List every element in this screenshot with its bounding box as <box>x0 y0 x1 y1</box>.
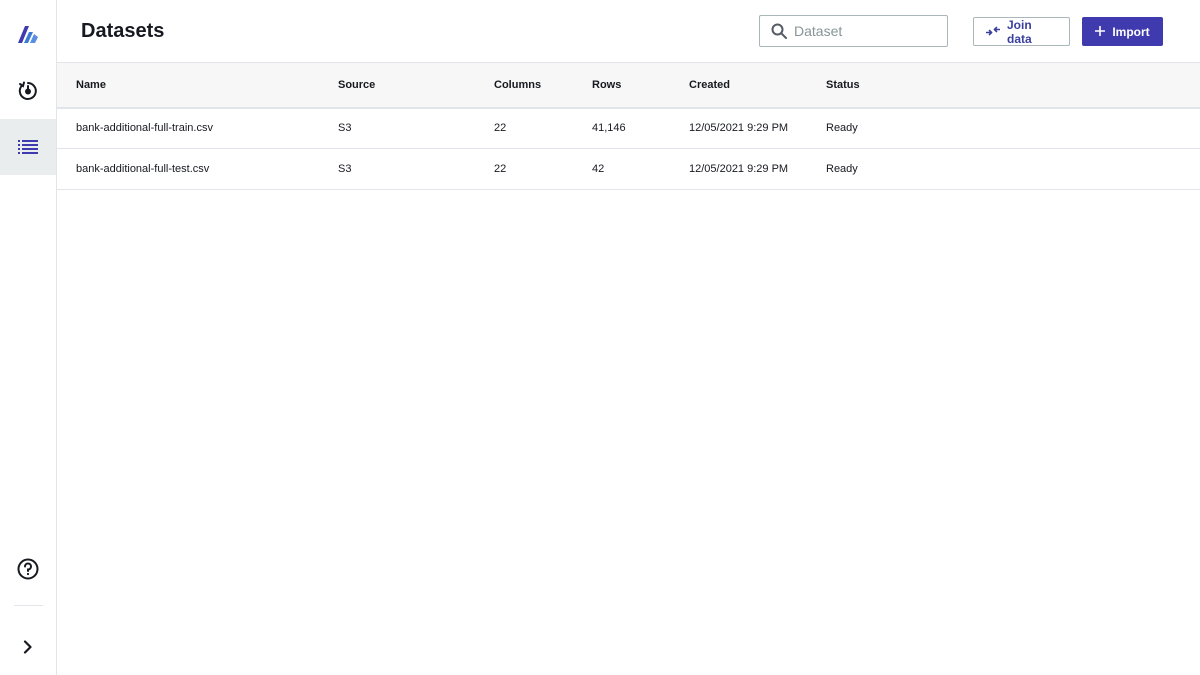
sidebar-item-help[interactable] <box>0 541 56 597</box>
cell-rows: 41,146 <box>592 122 626 135</box>
app-logo[interactable] <box>0 6 56 62</box>
column-header-source[interactable]: Source <box>338 63 494 108</box>
plus-icon <box>1095 25 1106 39</box>
cell-columns: 22 <box>494 122 507 135</box>
cell-created: 12/05/2021 9:29 PM <box>689 163 789 175</box>
column-header-columns[interactable]: Columns <box>494 63 592 108</box>
sidebar-item-refresh[interactable] <box>0 63 56 119</box>
datasets-table: Name Source Columns Rows Created Status … <box>57 62 1200 190</box>
table-row[interactable]: bank-additional-full-train.csv S3 22 41,… <box>57 108 1200 149</box>
import-label: Import <box>1112 24 1150 39</box>
table-row[interactable]: bank-additional-full-test.csv S3 22 42 1… <box>57 149 1200 190</box>
join-data-button[interactable]: Join data <box>973 17 1070 46</box>
sidebar-item-datasets[interactable] <box>0 119 56 175</box>
column-header-status[interactable]: Status <box>826 63 1200 108</box>
table-header-row: Name Source Columns Rows Created Status <box>57 62 1200 108</box>
import-button[interactable]: Import <box>1082 17 1163 46</box>
join-data-label: Join data <box>1007 17 1032 46</box>
cell-name: bank-additional-full-train.csv <box>76 122 213 135</box>
cell-created: 12/05/2021 9:29 PM <box>689 122 789 135</box>
column-header-name[interactable]: Name <box>57 63 338 108</box>
chevron-right-icon <box>23 640 33 654</box>
cell-name: bank-additional-full-test.csv <box>76 163 210 175</box>
search-box[interactable] <box>759 15 948 47</box>
cell-rows: 42 <box>592 163 605 175</box>
help-icon <box>17 558 39 580</box>
column-header-rows[interactable]: Rows <box>592 63 689 108</box>
app-logo-icon <box>17 23 39 45</box>
expand-sidebar-button[interactable] <box>0 619 56 675</box>
cell-source: S3 <box>338 122 352 135</box>
cell-status: Ready <box>826 163 858 175</box>
refresh-icon <box>17 80 39 102</box>
main-content: Datasets Join data Import <box>57 0 1200 675</box>
sidebar <box>0 0 57 675</box>
column-header-created[interactable]: Created <box>689 63 826 108</box>
cell-source: S3 <box>338 163 352 175</box>
join-icon <box>985 25 1001 39</box>
cell-columns: 22 <box>494 163 507 175</box>
search-icon <box>771 23 787 44</box>
sidebar-divider <box>14 605 43 606</box>
search-input[interactable] <box>794 17 942 45</box>
cell-status: Ready <box>826 122 858 135</box>
page-title: Datasets <box>81 20 165 42</box>
list-icon <box>18 140 38 154</box>
